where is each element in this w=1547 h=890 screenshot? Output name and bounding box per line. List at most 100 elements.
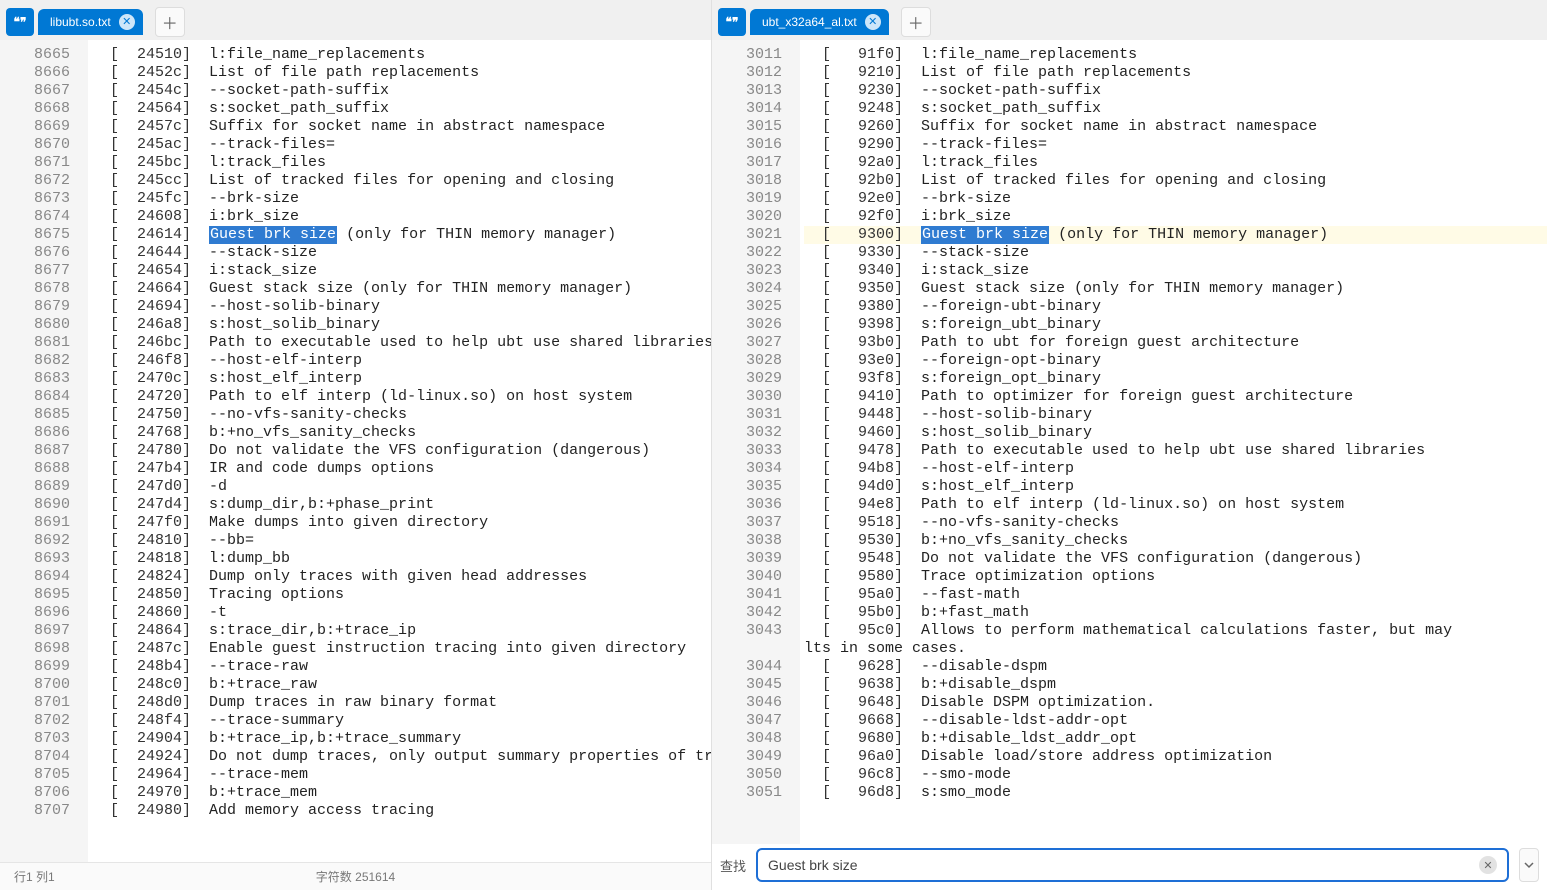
code-line[interactable]: [ 93f8] s:foreign_opt_binary: [804, 370, 1547, 388]
find-input[interactable]: [768, 857, 1479, 873]
code-line[interactable]: [ 245ac] --track-files=: [92, 136, 711, 154]
clear-icon[interactable]: ✕: [1479, 856, 1497, 874]
tab-file-left[interactable]: libubt.so.txt ✕: [38, 9, 143, 35]
code-line[interactable]: [ 9340] i:stack_size: [804, 262, 1547, 280]
code-line[interactable]: [ 9300] Guest brk size (only for THIN me…: [804, 226, 1547, 244]
code-line[interactable]: [ 9330] --stack-size: [804, 244, 1547, 262]
app-icon[interactable]: ❝❞: [6, 8, 34, 36]
code-line[interactable]: [ 9530] b:+no_vfs_sanity_checks: [804, 532, 1547, 550]
code-line[interactable]: [ 9448] --host-solib-binary: [804, 406, 1547, 424]
close-icon[interactable]: ✕: [119, 14, 135, 30]
code-line[interactable]: [ 248b4] --trace-raw: [92, 658, 711, 676]
editor-right[interactable]: 3011301230133014301530163017301830193020…: [712, 40, 1547, 844]
code-line[interactable]: [ 2487c] Enable guest instruction tracin…: [92, 640, 711, 658]
code-line[interactable]: [ 245bc] l:track_files: [92, 154, 711, 172]
close-icon[interactable]: ✕: [865, 14, 881, 30]
code-line[interactable]: [ 95a0] --fast-math: [804, 586, 1547, 604]
editor-content[interactable]: [ 91f0] l:file_name_replacements [ 9210]…: [800, 40, 1547, 844]
code-line[interactable]: [ 246a8] s:host_solib_binary: [92, 316, 711, 334]
code-line[interactable]: [ 24810] --bb=: [92, 532, 711, 550]
code-line[interactable]: [ 247b4] IR and code dumps options: [92, 460, 711, 478]
code-line[interactable]: [ 24654] i:stack_size: [92, 262, 711, 280]
code-line[interactable]: [ 9518] --no-vfs-sanity-checks: [804, 514, 1547, 532]
editor-content[interactable]: [ 24510] l:file_name_replacements [ 2452…: [88, 40, 711, 862]
code-line[interactable]: [ 245fc] --brk-size: [92, 190, 711, 208]
code-line[interactable]: [ 91f0] l:file_name_replacements: [804, 46, 1547, 64]
code-line[interactable]: [ 92e0] --brk-size: [804, 190, 1547, 208]
code-line[interactable]: [ 95b0] b:+fast_math: [804, 604, 1547, 622]
code-line[interactable]: [ 24614] Guest brk size (only for THIN m…: [92, 226, 711, 244]
new-tab-button[interactable]: ＋: [155, 7, 185, 37]
code-line[interactable]: [ 9398] s:foreign_ubt_binary: [804, 316, 1547, 334]
code-line[interactable]: [ 24608] i:brk_size: [92, 208, 711, 226]
code-line[interactable]: [ 24970] b:+trace_mem: [92, 784, 711, 802]
app-icon[interactable]: ❝❞: [718, 8, 746, 36]
code-line[interactable]: [ 96a0] Disable load/store address optim…: [804, 748, 1547, 766]
code-line[interactable]: [ 9380] --foreign-ubt-binary: [804, 298, 1547, 316]
code-line[interactable]: [ 24768] b:+no_vfs_sanity_checks: [92, 424, 711, 442]
code-line[interactable]: [ 24980] Add memory access tracing: [92, 802, 711, 820]
code-line[interactable]: [ 248d0] Dump traces in raw binary forma…: [92, 694, 711, 712]
code-line[interactable]: [ 248f4] --trace-summary: [92, 712, 711, 730]
code-line[interactable]: [ 9230] --socket-path-suffix: [804, 82, 1547, 100]
code-line-wrap[interactable]: lts in some cases.: [804, 640, 1547, 658]
code-line[interactable]: [ 94d0] s:host_elf_interp: [804, 478, 1547, 496]
code-line[interactable]: [ 24644] --stack-size: [92, 244, 711, 262]
code-line[interactable]: [ 95c0] Allows to perform mathematical c…: [804, 622, 1547, 640]
code-line[interactable]: [ 247f0] Make dumps into given directory: [92, 514, 711, 532]
code-line[interactable]: [ 246bc] Path to executable used to help…: [92, 334, 711, 352]
code-line[interactable]: [ 96c8] --smo-mode: [804, 766, 1547, 784]
code-line[interactable]: [ 9290] --track-files=: [804, 136, 1547, 154]
code-line[interactable]: [ 245cc] List of tracked files for openi…: [92, 172, 711, 190]
code-line[interactable]: [ 246f8] --host-elf-interp: [92, 352, 711, 370]
code-line[interactable]: [ 9680] b:+disable_ldst_addr_opt: [804, 730, 1547, 748]
code-line[interactable]: [ 9648] Disable DSPM optimization.: [804, 694, 1547, 712]
code-line[interactable]: [ 24824] Dump only traces with given hea…: [92, 568, 711, 586]
code-line[interactable]: [ 9628] --disable-dspm: [804, 658, 1547, 676]
find-next-button[interactable]: [1519, 848, 1539, 882]
code-line[interactable]: [ 93e0] --foreign-opt-binary: [804, 352, 1547, 370]
code-line[interactable]: [ 24720] Path to elf interp (ld-linux.so…: [92, 388, 711, 406]
code-line[interactable]: [ 9580] Trace optimization options: [804, 568, 1547, 586]
code-line[interactable]: [ 94e8] Path to elf interp (ld-linux.so)…: [804, 496, 1547, 514]
code-line[interactable]: [ 9350] Guest stack size (only for THIN …: [804, 280, 1547, 298]
code-line[interactable]: [ 24924] Do not dump traces, only output…: [92, 748, 711, 766]
new-tab-button[interactable]: ＋: [901, 7, 931, 37]
code-line[interactable]: [ 9478] Path to executable used to help …: [804, 442, 1547, 460]
code-line[interactable]: [ 9410] Path to optimizer for foreign gu…: [804, 388, 1547, 406]
code-line[interactable]: [ 24694] --host-solib-binary: [92, 298, 711, 316]
code-line[interactable]: [ 2452c] List of file path replacements: [92, 64, 711, 82]
code-line[interactable]: [ 2454c] --socket-path-suffix: [92, 82, 711, 100]
code-line[interactable]: [ 24818] l:dump_bb: [92, 550, 711, 568]
code-line[interactable]: [ 24564] s:socket_path_suffix: [92, 100, 711, 118]
code-line[interactable]: [ 2457c] Suffix for socket name in abstr…: [92, 118, 711, 136]
code-line[interactable]: [ 24510] l:file_name_replacements: [92, 46, 711, 64]
code-line[interactable]: [ 92b0] List of tracked files for openin…: [804, 172, 1547, 190]
code-line[interactable]: [ 92f0] i:brk_size: [804, 208, 1547, 226]
code-line[interactable]: [ 24964] --trace-mem: [92, 766, 711, 784]
code-line[interactable]: [ 93b0] Path to ubt for foreign guest ar…: [804, 334, 1547, 352]
code-line[interactable]: [ 92a0] l:track_files: [804, 154, 1547, 172]
code-line[interactable]: [ 24664] Guest stack size (only for THIN…: [92, 280, 711, 298]
code-line[interactable]: [ 96d8] s:smo_mode: [804, 784, 1547, 802]
code-line[interactable]: [ 94b8] --host-elf-interp: [804, 460, 1547, 478]
code-line[interactable]: [ 24750] --no-vfs-sanity-checks: [92, 406, 711, 424]
code-line[interactable]: [ 9210] List of file path replacements: [804, 64, 1547, 82]
code-line[interactable]: [ 24780] Do not validate the VFS configu…: [92, 442, 711, 460]
code-line[interactable]: [ 9638] b:+disable_dspm: [804, 676, 1547, 694]
code-line[interactable]: [ 24850] Tracing options: [92, 586, 711, 604]
code-line[interactable]: [ 24864] s:trace_dir,b:+trace_ip: [92, 622, 711, 640]
editor-left[interactable]: 8665866686678668866986708671867286738674…: [0, 40, 711, 862]
code-line[interactable]: [ 247d0] -d: [92, 478, 711, 496]
code-line[interactable]: [ 24860] -t: [92, 604, 711, 622]
code-line[interactable]: [ 9668] --disable-ldst-addr-opt: [804, 712, 1547, 730]
code-line[interactable]: [ 248c0] b:+trace_raw: [92, 676, 711, 694]
code-line[interactable]: [ 24904] b:+trace_ip,b:+trace_summary: [92, 730, 711, 748]
code-line[interactable]: [ 2470c] s:host_elf_interp: [92, 370, 711, 388]
tab-file-right[interactable]: ubt_x32a64_al.txt ✕: [750, 9, 889, 35]
code-line[interactable]: [ 247d4] s:dump_dir,b:+phase_print: [92, 496, 711, 514]
code-line[interactable]: [ 9460] s:host_solib_binary: [804, 424, 1547, 442]
code-line[interactable]: [ 9248] s:socket_path_suffix: [804, 100, 1547, 118]
code-line[interactable]: [ 9260] Suffix for socket name in abstra…: [804, 118, 1547, 136]
code-line[interactable]: [ 9548] Do not validate the VFS configur…: [804, 550, 1547, 568]
